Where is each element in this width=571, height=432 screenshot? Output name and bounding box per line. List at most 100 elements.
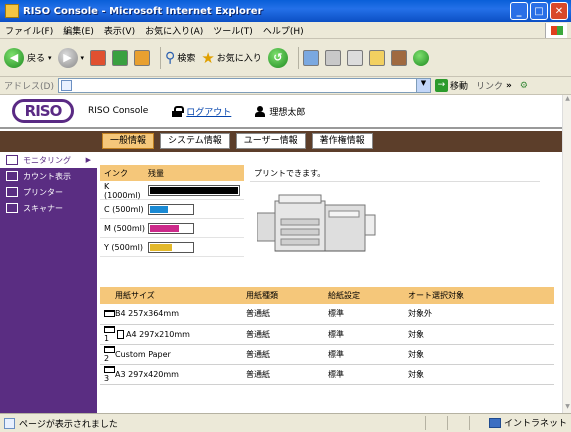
- intranet-icon: [488, 417, 501, 428]
- sidebar-item-count[interactable]: カウント表示: [0, 168, 97, 184]
- close-button[interactable]: ✕: [550, 2, 568, 20]
- ie-extension-icon[interactable]: ⚙: [520, 81, 528, 91]
- ink-level-fill: [150, 225, 179, 232]
- table-cell: 普通紙: [246, 324, 328, 345]
- print-icon: [324, 49, 341, 66]
- landscape-orientation-icon: [117, 329, 124, 339]
- minimize-button[interactable]: _: [510, 2, 528, 20]
- page-content: RISO RISO Console ログアウト 理想太郎 一般情報 システム情報…: [0, 95, 562, 413]
- back-button[interactable]: ◀ 戻る ▾: [4, 47, 52, 68]
- home-icon: [134, 49, 151, 66]
- table-header-cell: オート選択対象: [408, 287, 554, 304]
- riso-logo: RISO: [12, 99, 74, 123]
- menu-file[interactable]: ファイル(F): [0, 24, 58, 37]
- vertical-scrollbar[interactable]: ▲ ▼: [562, 95, 571, 413]
- user-name: 理想太郎: [269, 107, 306, 118]
- browser-toolbar: ◀ 戻る ▾ ▶ ▾ ⚲ 検索 ★ お気に入り ↺: [0, 39, 571, 77]
- chevron-down-icon: ▾: [48, 53, 52, 62]
- window-title: RISO Console - Microsoft Internet Explor…: [23, 5, 263, 17]
- logout-link-group[interactable]: ログアウト: [172, 105, 231, 118]
- status-cells: [425, 416, 491, 430]
- home-button[interactable]: [134, 49, 151, 66]
- ie-app-icon: [5, 4, 19, 18]
- ink-level-bar: [148, 242, 194, 253]
- sidebar-item-label: スキャナー: [23, 203, 63, 213]
- user-icon: [255, 105, 266, 117]
- print-button[interactable]: [324, 49, 341, 66]
- favorites-label: お気に入り: [216, 54, 262, 64]
- mail-button[interactable]: [302, 49, 319, 66]
- back-arrow-icon: ◀: [4, 47, 24, 68]
- address-input[interactable]: ▼: [57, 78, 431, 93]
- address-label: アドレス(D): [4, 82, 54, 92]
- browser-status-bar: ページが表示されました イントラネット: [0, 413, 571, 432]
- back-label: 戻る: [27, 54, 46, 64]
- sidebar-item-monitoring[interactable]: モニタリング ▶: [0, 152, 97, 168]
- window-title-bar: RISO Console - Microsoft Internet Explor…: [0, 0, 571, 22]
- ink-level-fill: [150, 206, 168, 213]
- favorites-button[interactable]: ★ お気に入り: [201, 49, 261, 67]
- scroll-up-icon[interactable]: ▲: [563, 95, 571, 105]
- refresh-button[interactable]: [112, 49, 129, 66]
- menu-help[interactable]: ヘルプ(H): [258, 24, 309, 37]
- table-cell: 対象外: [408, 304, 554, 325]
- ink-label: Y (500ml): [104, 243, 143, 252]
- tab-user-info[interactable]: ユーザー情報: [235, 133, 306, 149]
- search-button[interactable]: ⚲ 検索: [165, 50, 195, 66]
- folder-icon: [368, 49, 385, 66]
- sidebar-item-scanner[interactable]: スキャナー: [0, 200, 97, 216]
- links-overflow-icon[interactable]: »: [506, 81, 512, 91]
- page-icon: [60, 80, 72, 91]
- table-header-cell: 用紙種類: [246, 287, 328, 304]
- table-header-cell: [100, 287, 115, 304]
- ink-label: C (500ml): [104, 205, 144, 214]
- printer-icon: [6, 187, 18, 197]
- tray-number: 2: [104, 354, 110, 363]
- sidebar: モニタリング ▶ カウント表示 プリンター スキャナー: [0, 152, 97, 413]
- ink-label: K (1000ml): [104, 181, 141, 200]
- links-button[interactable]: リンク: [476, 79, 503, 92]
- table-header-row: 用紙サイズ 用紙種類 給紙設定 オート選択対象: [100, 287, 554, 304]
- edit-button[interactable]: [346, 49, 363, 66]
- windows-logo-icon: [545, 23, 567, 38]
- go-button[interactable]: → 移動: [434, 79, 468, 92]
- riso-header: RISO RISO Console ログアウト 理想太郎: [0, 95, 562, 129]
- stop-button[interactable]: [90, 49, 107, 66]
- maximize-button[interactable]: □: [530, 2, 548, 20]
- scroll-down-icon[interactable]: ▼: [563, 403, 571, 413]
- search-icon: ⚲: [165, 49, 176, 66]
- table-cell: A4 297x210mm: [115, 324, 246, 345]
- history-button[interactable]: ↺: [267, 47, 288, 68]
- tab-copyright-info[interactable]: 著作権情報: [311, 133, 373, 149]
- ink-header: インク 残量: [100, 165, 244, 181]
- search-label: 検索: [177, 54, 196, 64]
- logout-link[interactable]: ログアウト: [186, 105, 231, 118]
- paper-tray-table: 用紙サイズ 用紙種類 給紙設定 オート選択対象 B4 257x364mm 普通紙…: [100, 287, 554, 385]
- table-cell: 普通紙: [246, 304, 328, 325]
- table-cell: 対象: [408, 324, 554, 345]
- tab-general-info[interactable]: 一般情報: [102, 133, 155, 149]
- page-done-icon: [4, 417, 15, 429]
- menu-view[interactable]: 表示(V): [99, 24, 140, 37]
- folder-button[interactable]: [368, 49, 385, 66]
- printer-illustration: [257, 194, 376, 252]
- table-row: 3 A3 297x420mm 普通紙 標準 対象: [100, 364, 554, 385]
- research-button[interactable]: [390, 49, 407, 66]
- sidebar-item-printer[interactable]: プリンター: [0, 184, 97, 200]
- table-cell: 普通紙: [246, 364, 328, 385]
- menu-tools[interactable]: ツール(T): [208, 24, 258, 37]
- ink-level-bar: [148, 223, 194, 234]
- menu-edit[interactable]: 編集(E): [58, 24, 99, 37]
- menu-favorites[interactable]: お気に入り(A): [140, 24, 208, 37]
- stop-icon: [90, 49, 107, 66]
- address-dropdown-icon[interactable]: ▼: [415, 79, 430, 92]
- bypass-tray-icon: [104, 310, 115, 318]
- history-icon: ↺: [267, 47, 288, 68]
- tab-system-info[interactable]: システム情報: [160, 133, 230, 149]
- messenger-button[interactable]: [412, 49, 429, 66]
- table-row: 1 A4 297x210mm 普通紙 標準 対象: [100, 324, 554, 345]
- paper-size: A4 297x210mm: [126, 329, 190, 339]
- sidebar-item-label: カウント表示: [23, 171, 71, 181]
- sidebar-item-label: プリンター: [23, 187, 63, 197]
- forward-button[interactable]: ▶ ▾: [57, 47, 84, 68]
